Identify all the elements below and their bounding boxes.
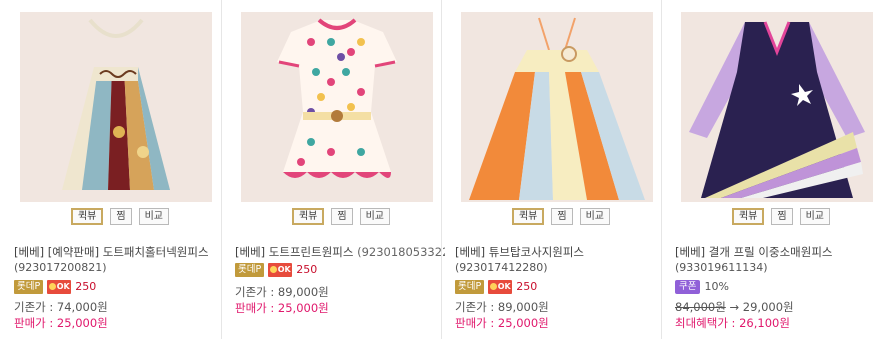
- product-actions: 퀵뷰 찜 비교: [701, 208, 861, 226]
- wish-button[interactable]: 찜: [110, 208, 132, 225]
- coupon-rate: 10%: [704, 280, 729, 293]
- compare-button[interactable]: 비교: [579, 208, 610, 225]
- max-benefit-price: 최대혜택가 : 26,100원: [675, 316, 790, 330]
- badge-row: 롯데P OK 250: [14, 279, 96, 294]
- product-grid: 퀵뷰 찜 비교 [베베] [예약판매] 도트패치홀터넥원피스 (92301720…: [0, 0, 894, 339]
- product-card: 퀵뷰 찜 비교 [베베] 튜브탑코사지원피스 (923017412280) 롯데…: [441, 0, 661, 339]
- product-image-dot-dress[interactable]: [241, 12, 433, 202]
- points-value: 250: [296, 263, 318, 276]
- dress-illustration-2: [241, 12, 433, 202]
- product-card: 퀵뷰 찜 비교 [베베] 결개 프릴 이중소매원피스 (933019611134…: [661, 0, 881, 339]
- ok-coin-icon: OK: [268, 262, 293, 277]
- card-divider: [661, 0, 662, 339]
- product-card: 퀵뷰 찜 비교 [베베] [예약판매] 도트패치홀터넥원피스 (92301720…: [0, 0, 220, 339]
- lotte-point-badge: 롯데P: [235, 262, 265, 277]
- discounted-price: 29,000원: [742, 300, 794, 314]
- quickview-button[interactable]: 퀵뷰: [511, 208, 545, 225]
- coupon-row: 쿠폰 10%: [675, 279, 729, 294]
- product-code: (923017200821): [14, 261, 107, 274]
- quickview-button[interactable]: 퀵뷰: [70, 208, 104, 225]
- product-actions: 퀵뷰 찜 비교: [481, 208, 641, 226]
- product-image-sleeve-dress[interactable]: [681, 12, 873, 202]
- quickview-button[interactable]: 퀵뷰: [291, 208, 325, 225]
- product-title[interactable]: [베베] 튜브탑코사지원피스: [455, 244, 665, 260]
- card-divider: [441, 0, 442, 339]
- ok-coin-icon: OK: [47, 279, 72, 294]
- points-value: 250: [516, 280, 538, 293]
- product-title[interactable]: [베베] 도트프린트원피스 (923018053322): [235, 244, 445, 260]
- product-title[interactable]: [베베] [예약판매] 도트패치홀터넥원피스: [14, 244, 224, 260]
- coupon-badge: 쿠폰: [675, 279, 701, 294]
- product-image-halter-dress[interactable]: [20, 12, 212, 202]
- lotte-point-badge: 롯데P: [455, 279, 485, 294]
- dress-illustration-1: [20, 12, 212, 202]
- dress-illustration-4: [681, 12, 873, 202]
- wish-button[interactable]: 찜: [551, 208, 573, 225]
- product-title-text: [베베] 도트프린트원피스: [235, 245, 354, 259]
- product-actions: 퀵뷰 찜 비교: [40, 208, 200, 226]
- base-price: 기존가 : 89,000원: [235, 285, 329, 299]
- compare-button[interactable]: 비교: [138, 208, 169, 225]
- arrow-icon: →: [729, 300, 740, 314]
- sale-price: 판매가 : 25,000원: [455, 316, 549, 330]
- product-image-tube-dress[interactable]: [461, 12, 653, 202]
- dress-illustration-3: [461, 12, 653, 202]
- product-code: (923017412280): [455, 261, 548, 274]
- sale-price: 판매가 : 25,000원: [14, 316, 108, 330]
- price-change: 84,000원 → 29,000원: [675, 299, 794, 315]
- compare-button[interactable]: 비교: [359, 208, 390, 225]
- original-price: 84,000원: [675, 300, 726, 314]
- wish-button[interactable]: 찜: [331, 208, 353, 225]
- quickview-button[interactable]: 퀵뷰: [731, 208, 765, 225]
- wish-button[interactable]: 찜: [771, 208, 793, 225]
- badge-row: 롯데P OK 250: [455, 279, 537, 294]
- product-code: (923018053322): [357, 245, 445, 259]
- product-code: (933019611134): [675, 261, 768, 274]
- lotte-point-badge: 롯데P: [14, 279, 44, 294]
- product-actions: 퀵뷰 찜 비교: [261, 208, 421, 226]
- compare-button[interactable]: 비교: [799, 208, 830, 225]
- base-price: 기존가 : 74,000원: [14, 300, 108, 314]
- card-divider: [221, 0, 222, 339]
- product-card: 퀵뷰 찜 비교 [베베] 도트프린트원피스 (923018053322) 롯데P…: [221, 0, 445, 339]
- ok-coin-icon: OK: [488, 279, 513, 294]
- base-price: 기존가 : 89,000원: [455, 300, 549, 314]
- badge-row: 롯데P OK 250: [235, 262, 317, 277]
- product-title[interactable]: [베베] 결개 프릴 이중소매원피스: [675, 244, 885, 260]
- points-value: 250: [75, 280, 97, 293]
- sale-price: 판매가 : 25,000원: [235, 301, 329, 315]
